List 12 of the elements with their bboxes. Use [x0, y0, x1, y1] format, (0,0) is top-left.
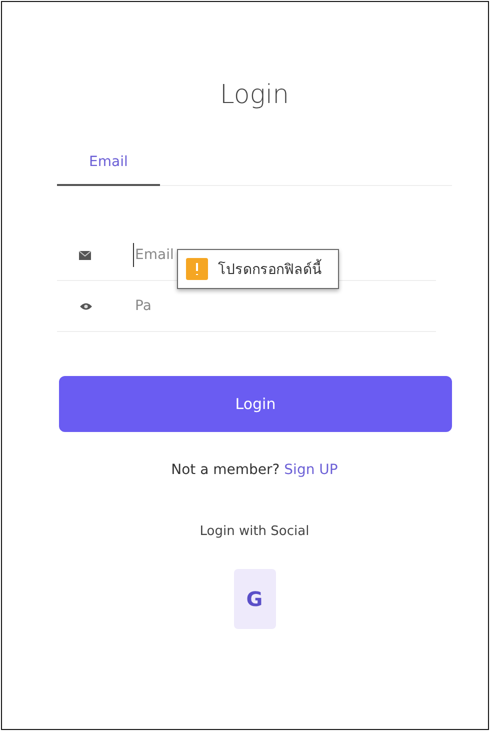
- eye-icon: [79, 302, 93, 310]
- envelope-icon: [79, 250, 91, 260]
- login-button[interactable]: Login: [59, 376, 452, 432]
- login-title: Login: [218, 80, 290, 110]
- signup-prompt: Not a member? Sign UP: [171, 462, 338, 478]
- tooltip-text: โปรดกรอกฟิลด์นี้: [218, 258, 322, 280]
- password-field[interactable]: Pa: [135, 294, 436, 318]
- signup-link[interactable]: Sign UP: [284, 462, 338, 478]
- social-heading: Login with Social: [200, 524, 310, 539]
- email-tab[interactable]: Email: [57, 142, 160, 186]
- google-login-button[interactable]: G: [234, 569, 276, 629]
- warning-icon: [186, 258, 208, 280]
